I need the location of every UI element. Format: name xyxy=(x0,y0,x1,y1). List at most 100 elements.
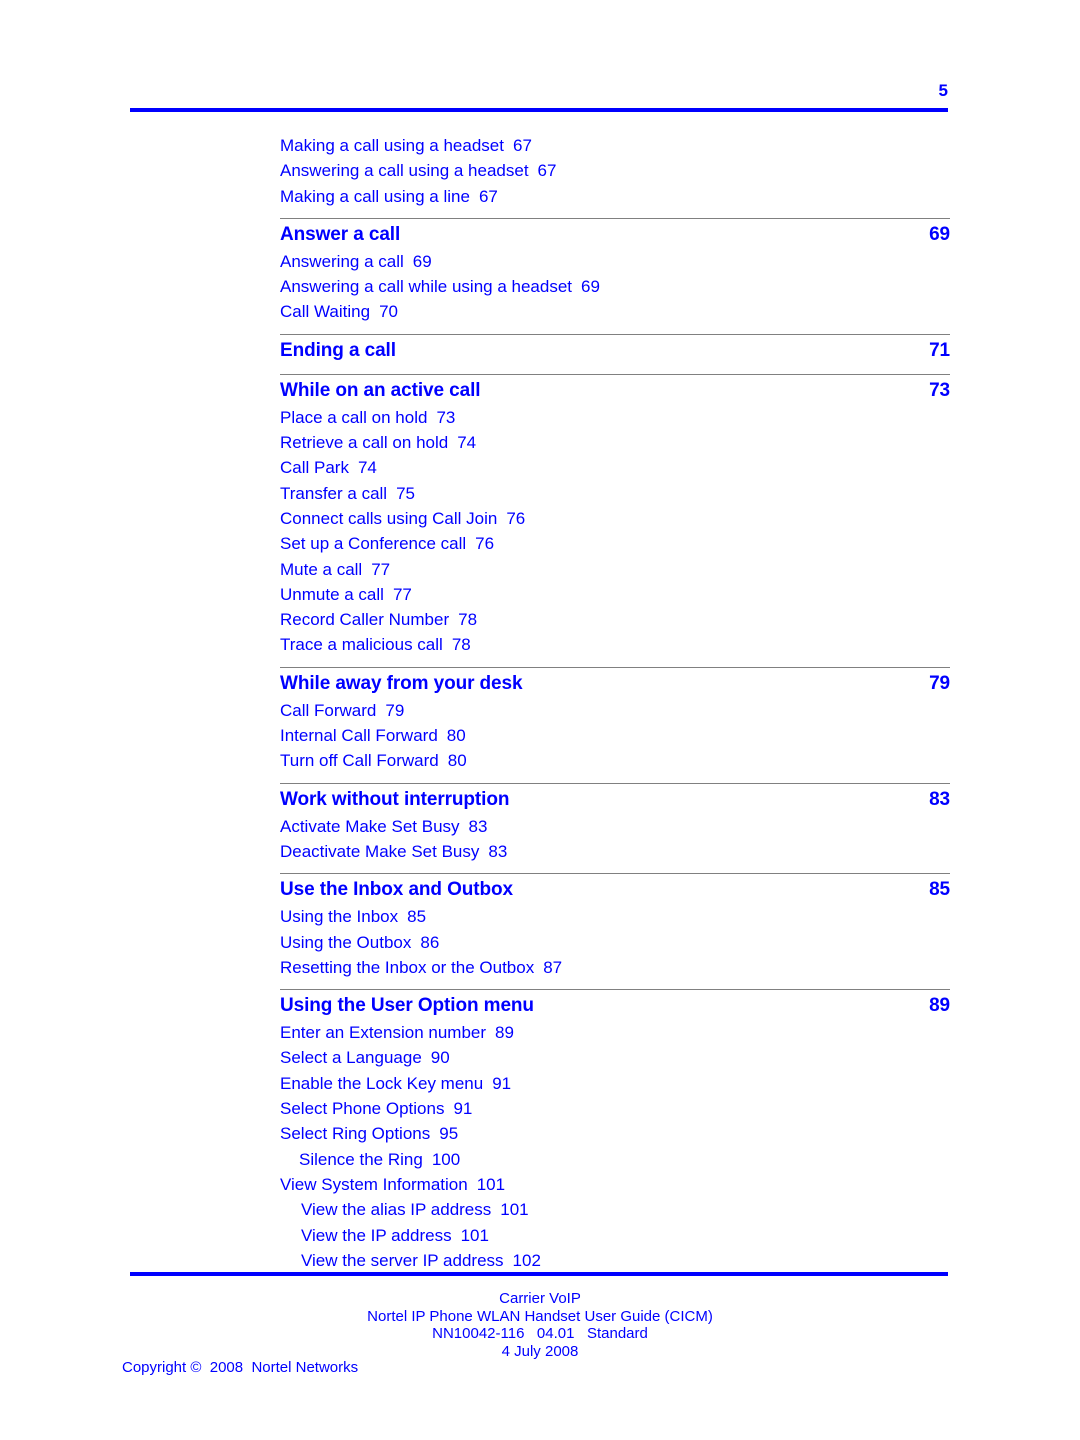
toc-entry-label: Resetting the Inbox or the Outbox xyxy=(280,957,535,977)
toc-section-heading[interactable]: Use the Inbox and Outbox 85 xyxy=(280,874,950,904)
toc-entry[interactable]: View the alias IP address 101 xyxy=(280,1197,950,1222)
toc-entry-label: Select Ring Options xyxy=(280,1124,431,1144)
toc-section: While away from your desk 79 Call Forward 7… xyxy=(280,668,950,783)
toc-entry-label: View System Information xyxy=(280,1174,468,1194)
toc-entry[interactable]: Answering a call using a headset 67 xyxy=(280,158,950,183)
toc-entry-label: View the server IP address xyxy=(301,1250,504,1270)
toc-entry[interactable]: Connect calls using Call Join 76 xyxy=(280,506,950,531)
toc-section-page: 69 xyxy=(929,223,950,245)
toc-entry[interactable]: Mute a call 77 xyxy=(280,557,950,582)
toc-entry[interactable]: Silence the Ring 100 xyxy=(280,1147,950,1172)
toc-section: Use the Inbox and Outbox 85 Using the Inbo… xyxy=(280,874,950,989)
toc-entry-page: 101 xyxy=(460,1225,489,1245)
toc-entry-page: 78 xyxy=(458,610,478,630)
toc-entry[interactable]: Select Ring Options 95 xyxy=(280,1121,950,1146)
toc-entry[interactable]: Using the Outbox 86 xyxy=(280,930,950,955)
toc-entry-page: 69 xyxy=(412,251,432,271)
toc-entry[interactable]: Retrieve a call on hold 74 xyxy=(280,430,950,455)
toc-entry-label: Internal Call Forward xyxy=(280,726,438,746)
toc-entry[interactable]: Making a call using a headset 67 xyxy=(280,133,950,158)
toc-entry-page: 101 xyxy=(500,1200,529,1220)
toc-entry[interactable]: Call Waiting 70 xyxy=(280,299,950,324)
toc-entry-label: Using the Inbox xyxy=(280,907,399,927)
toc-entry-page: 74 xyxy=(457,433,477,453)
toc-entry[interactable]: Enter an Extension number 89 xyxy=(280,1020,950,1045)
toc-entry[interactable]: Making a call using a line 67 xyxy=(280,184,950,209)
copyright-notice: Copyright © 2008 Nortel Networks xyxy=(122,1359,359,1376)
toc-entry-page: 85 xyxy=(407,907,427,927)
toc-entry[interactable]: Using the Inbox 85 xyxy=(280,904,950,929)
toc-entry[interactable]: Turn off Call Forward 80 xyxy=(280,748,950,773)
toc-entry[interactable]: Transfer a call 75 xyxy=(280,481,950,506)
toc-entry[interactable]: Deactivate Make Set Busy 83 xyxy=(280,839,950,864)
toc-section: Answer a call 69 Answering a call 69 Answeri… xyxy=(280,219,950,334)
footer-line: 4 July 2008 xyxy=(501,1342,579,1360)
toc-entry[interactable]: View the IP address 101 xyxy=(280,1223,950,1248)
footer-document-info: Carrier VoIP Nortel IP Phone WLAN Handset… xyxy=(0,1290,1080,1360)
toc-section-page: 79 xyxy=(929,672,950,694)
toc-entry-page: 100 xyxy=(431,1149,461,1169)
toc-entry-page: 80 xyxy=(446,726,466,746)
toc-entry[interactable]: Unmute a call 77 xyxy=(280,582,950,607)
toc-section-heading[interactable]: While away from your desk 79 xyxy=(280,668,950,698)
table-of-contents: Making a call using a headset 67 Answering… xyxy=(280,133,950,1282)
toc-entry-label: Trace a malicious call xyxy=(280,635,443,655)
toc-entry-page: 70 xyxy=(379,302,398,322)
toc-entry[interactable]: Answering a call while using a headset 69 xyxy=(280,274,950,299)
toc-entry[interactable]: View System Information 101 xyxy=(280,1172,950,1197)
toc-section-heading[interactable]: Ending a call 71 xyxy=(280,335,950,365)
toc-entry-page: 86 xyxy=(420,932,440,952)
toc-section-heading[interactable]: Work without interruption 83 xyxy=(280,784,950,814)
toc-entry-label: Making a call using a line xyxy=(280,186,470,206)
toc-section-title: Use the Inbox and Outbox xyxy=(280,879,514,901)
toc-section: Using the User Option menu 89 Enter an Ext… xyxy=(280,990,950,1282)
toc-entry-label: Mute a call xyxy=(280,559,363,579)
toc-section-title: Ending a call xyxy=(280,339,396,361)
toc-entry[interactable]: Set up a Conference call 76 xyxy=(280,531,950,556)
toc-entry-label: Answering a call using a headset xyxy=(280,161,529,181)
toc-entry-label: Turn off Call Forward xyxy=(280,751,439,771)
toc-entry-label: Select a Language xyxy=(280,1048,422,1068)
toc-entry[interactable]: Place a call on hold 73 xyxy=(280,405,950,430)
toc-entry-page: 91 xyxy=(492,1073,512,1093)
toc-section-heading[interactable]: While on an active call 73 xyxy=(280,375,950,405)
page-number: 5 xyxy=(938,81,948,100)
toc-entry[interactable]: Call Forward 79 xyxy=(280,698,950,723)
toc-entry-page: 76 xyxy=(506,508,526,528)
toc-entry[interactable]: Enable the Lock Key menu 91 xyxy=(280,1071,950,1096)
toc-entry-page: 69 xyxy=(581,277,600,297)
toc-entry-label: Making a call using a headset xyxy=(280,136,504,155)
toc-section-page: 89 xyxy=(929,995,950,1017)
toc-entry[interactable]: Trace a malicious call 78 xyxy=(280,632,950,657)
toc-entry[interactable]: Select a Language 90 xyxy=(280,1045,950,1070)
toc-lead-entries: Making a call using a headset 67 Answering… xyxy=(280,133,950,218)
toc-entry[interactable]: View the server IP address 102 xyxy=(280,1248,950,1273)
toc-entry-label: Enter an Extension number xyxy=(280,1023,487,1043)
toc-entry[interactable]: Activate Make Set Busy 83 xyxy=(280,814,950,839)
toc-section: Work without interruption 83 Activate Make… xyxy=(280,784,950,874)
toc-section-page: 83 xyxy=(929,788,950,810)
toc-section-heading[interactable]: Using the User Option menu 89 xyxy=(280,990,950,1020)
toc-entry[interactable]: Record Caller Number 78 xyxy=(280,607,950,632)
toc-entry-label: Place a call on hold xyxy=(280,407,428,427)
toc-entry[interactable]: Internal Call Forward 80 xyxy=(280,723,950,748)
toc-entry-label: Call Park xyxy=(280,458,349,478)
toc-entry-label: Record Caller Number xyxy=(280,610,450,630)
toc-entry-page: 95 xyxy=(439,1124,459,1144)
toc-entry-page: 76 xyxy=(475,534,495,554)
toc-entry[interactable]: Answering a call 69 xyxy=(280,249,950,274)
toc-section-heading[interactable]: Answer a call 69 xyxy=(280,219,950,249)
toc-entry-label: Answering a call xyxy=(280,251,404,271)
toc-section-title: While away from your desk xyxy=(280,672,523,694)
toc-entry[interactable]: Resetting the Inbox or the Outbox 87 xyxy=(280,955,950,980)
toc-entry-page: 101 xyxy=(476,1174,506,1194)
toc-entry[interactable]: Select Phone Options 91 xyxy=(280,1096,950,1121)
toc-entry-label: Activate Make Set Busy xyxy=(280,816,460,836)
toc-entry-label: Silence the Ring xyxy=(299,1149,423,1169)
toc-entry[interactable]: Call Park 74 xyxy=(280,455,950,480)
toc-entry-label: Retrieve a call on hold xyxy=(280,433,449,453)
